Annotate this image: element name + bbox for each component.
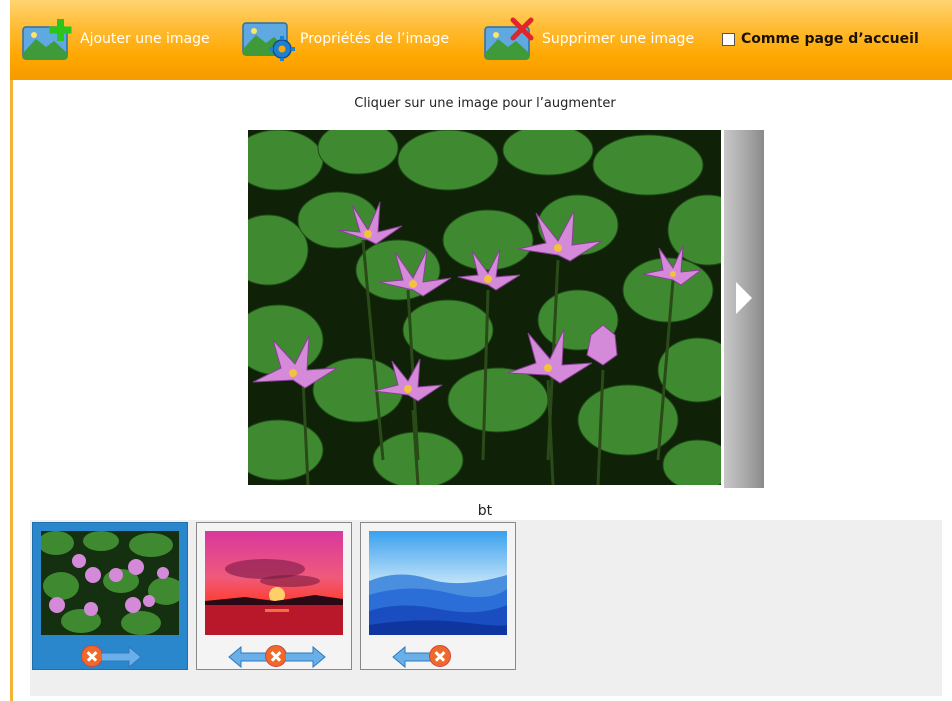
main-image[interactable] [248,130,721,485]
thumbnail-water-lilies[interactable] [32,522,188,670]
thumbnail-image [41,531,179,635]
add-image-button[interactable]: Ajouter une image [20,14,210,64]
image-properties-label: Propriétés de l’image [300,31,450,47]
thumbnail-image [369,531,507,635]
thumbnail-image [205,531,343,635]
viewer-instruction: Cliquer sur une image pour l’augmenter [354,96,616,111]
image-properties-button[interactable]: Propriétés de l’image [240,14,449,64]
move-left-icon[interactable] [391,645,433,669]
move-left-icon[interactable] [227,645,269,669]
thumbnail-controls [197,643,353,669]
thumbnail-sunset[interactable] [196,522,352,670]
image-properties-icon [240,17,296,62]
delete-image-icon [482,17,538,61]
delete-image-label: Supprimer une image [542,31,695,47]
delete-thumbnail-icon[interactable] [265,645,287,667]
left-border [10,80,13,701]
next-image-button[interactable] [724,130,764,488]
homepage-checkbox-box[interactable] [722,32,735,46]
thumbnail-controls [361,643,517,669]
toolbar: Ajouter une image Propriétés de l’image [10,0,952,80]
thumbnail-blue-hills[interactable] [360,522,516,670]
add-image-label: Ajouter une image [80,31,210,47]
image-caption: bt [477,503,493,519]
chevron-right-icon [736,282,752,314]
thumbnail-controls [33,643,189,669]
delete-thumbnail-icon[interactable] [429,645,451,667]
delete-thumbnail-icon[interactable] [81,645,103,667]
move-right-icon[interactable] [285,645,327,669]
delete-image-button[interactable]: Supprimer une image [482,14,694,64]
move-right-icon[interactable] [101,645,143,669]
homepage-checkbox-label: Comme page d’accueil [741,31,919,47]
thumbnail-strip [30,520,942,696]
homepage-checkbox[interactable]: Comme page d’accueil [722,22,919,56]
add-image-icon [20,17,76,61]
